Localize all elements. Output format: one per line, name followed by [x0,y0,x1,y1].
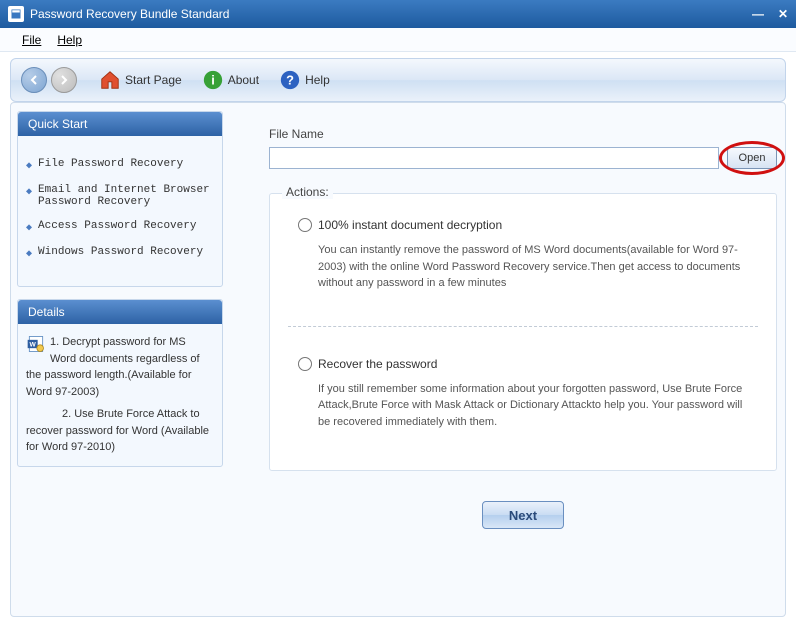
word-doc-icon: W [26,334,46,354]
sidebar-item-access-recovery[interactable]: ◆ Access Password Recovery [26,220,214,234]
toolbar-start-label: Start Page [125,73,182,87]
toolbar-about-label: About [228,73,259,87]
radio-recover[interactable] [298,357,312,371]
option2-label: Recover the password [318,357,437,371]
app-icon [8,6,24,22]
minimize-button[interactable]: — [752,7,764,21]
bullet-icon: ◆ [26,222,32,234]
menu-help[interactable]: Help [57,33,82,47]
svg-text:W: W [30,342,37,349]
toolbar-start-page[interactable]: Start Page [93,67,188,93]
radio-instant[interactable] [298,218,312,232]
help-icon: ? [279,69,301,91]
nav-back-button[interactable] [21,67,47,93]
toolbar-help[interactable]: ? Help [273,67,336,93]
menu-file[interactable]: File [22,33,41,47]
option2-desc: If you still remember some information a… [318,381,748,431]
bullet-icon: ◆ [26,248,32,260]
main-area: File Name Open Actions: 100% instant doc… [269,127,777,606]
close-button[interactable]: ✕ [778,7,788,21]
open-button[interactable]: Open [727,147,777,169]
option1-desc: You can instantly remove the password of… [318,242,748,292]
sidebar-item-windows-recovery[interactable]: ◆ Windows Password Recovery [26,246,214,260]
nav-forward-button[interactable] [51,67,77,93]
file-name-input[interactable] [269,147,719,169]
sidebar-item-file-recovery[interactable]: ◆ File Password Recovery [26,158,214,172]
info-icon: i [202,69,224,91]
home-icon [99,69,121,91]
option-instant-decryption[interactable]: 100% instant document decryption [298,218,748,232]
toolbar-help-label: Help [305,73,330,87]
window-title: Password Recovery Bundle Standard [30,7,752,21]
file-name-label: File Name [269,127,777,141]
quick-start-panel: Quick Start ◆ File Password Recovery ◆ E… [17,111,223,287]
bullet-icon: ◆ [26,160,32,172]
titlebar: Password Recovery Bundle Standard — ✕ [0,0,796,28]
actions-fieldset: Actions: 100% instant document decryptio… [269,193,777,471]
sidebar-item-label: Access Password Recovery [38,220,196,232]
next-button[interactable]: Next [482,501,564,529]
separator [288,326,758,327]
option1-label: 100% instant document decryption [318,218,502,232]
arrow-left-icon [28,74,40,86]
option-recover-password[interactable]: Recover the password [298,357,748,371]
svg-text:?: ? [286,73,294,88]
details-panel: Details W 1. Decrypt password for MS Wor… [17,299,223,467]
sidebar-item-label: Email and Internet Browser Password Reco… [38,184,214,208]
toolbar: Start Page i About ? Help [10,58,786,102]
arrow-right-icon [58,74,70,86]
content-panel: Quick Start ◆ File Password Recovery ◆ E… [10,102,786,617]
actions-legend: Actions: [282,185,333,199]
menubar: File Help [0,28,796,52]
details-header: Details [18,300,222,324]
sidebar-item-label: File Password Recovery [38,158,183,170]
svg-text:i: i [211,73,215,88]
sidebar-item-label: Windows Password Recovery [38,246,203,258]
bullet-icon: ◆ [26,186,32,198]
sidebar-item-email-recovery[interactable]: ◆ Email and Internet Browser Password Re… [26,184,214,208]
details-text-1: 1. Decrypt password for MS Word document… [26,336,200,398]
details-text-2: 2. Use Brute Force Attack to recover pas… [26,408,209,453]
quick-start-header: Quick Start [18,112,222,136]
sidebar: Quick Start ◆ File Password Recovery ◆ E… [17,111,223,479]
toolbar-about[interactable]: i About [196,67,265,93]
